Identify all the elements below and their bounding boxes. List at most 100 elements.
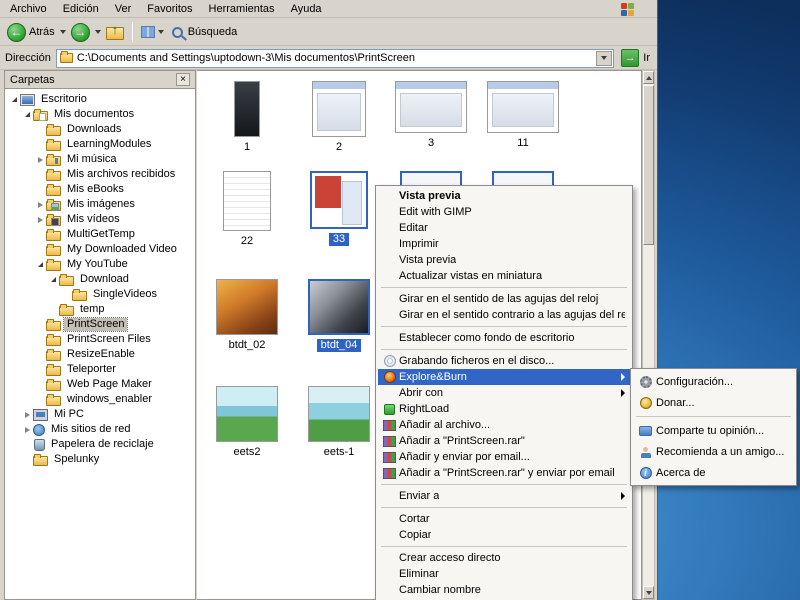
tree-item-temp[interactable]: temp: [5, 302, 195, 317]
context-menu-item-grabando-ficheros-en-el-disco[interactable]: Grabando ficheros en el disco...: [378, 353, 630, 369]
tree-item-singlevideos[interactable]: SingleVideos: [5, 287, 195, 302]
thumbnail-image[interactable]: [216, 279, 278, 335]
thumbnail-image[interactable]: [310, 171, 368, 229]
tree-item-my-youtube[interactable]: My YouTube: [5, 257, 195, 272]
context-menu-item-enviar-a[interactable]: Enviar a: [378, 488, 630, 504]
go-button[interactable]: → Ir: [619, 49, 652, 67]
tree-expander-icon[interactable]: [48, 277, 58, 282]
scroll-thumb[interactable]: [643, 85, 654, 245]
menubar-item-ayuda[interactable]: Ayuda: [283, 1, 330, 17]
context-menu-item-abrir-con[interactable]: Abrir con: [378, 385, 630, 401]
tree-item-escritorio[interactable]: Escritorio: [5, 92, 195, 107]
tree-item-multigettemp[interactable]: MultiGetTemp: [5, 227, 195, 242]
context-menu-item-añadir-a-printscreen-rar[interactable]: Añadir a "PrintScreen.rar": [378, 433, 630, 449]
thumbnail-image[interactable]: [487, 81, 559, 133]
menubar-item-archivo[interactable]: Archivo: [2, 1, 55, 17]
thumbnail-image[interactable]: [234, 81, 260, 137]
tree-item-windows-enabler[interactable]: windows_enabler: [5, 392, 195, 407]
tree-expander-icon[interactable]: [35, 262, 45, 267]
folders-pane-close-button[interactable]: ×: [176, 73, 190, 86]
menubar-item-edición[interactable]: Edición: [55, 1, 107, 17]
forward-dropdown-caret-icon[interactable]: [94, 30, 101, 34]
context-menu-item-vista-previa[interactable]: Vista previa: [378, 252, 630, 268]
context-menu-item-cortar[interactable]: Cortar: [378, 511, 630, 527]
tree-expander-icon[interactable]: [9, 97, 19, 102]
tree-item-download[interactable]: Download: [5, 272, 195, 287]
scroll-down-button[interactable]: [643, 586, 654, 599]
thumbnail-image[interactable]: [223, 171, 271, 231]
tree-item-mi-música[interactable]: Mi música: [5, 152, 195, 167]
context-menu-item-edit-with-gimp[interactable]: Edit with GIMP: [378, 204, 630, 220]
tree-item-my-downloaded-video[interactable]: My Downloaded Video: [5, 242, 195, 257]
file-thumbnail-33[interactable]: 33: [295, 171, 383, 246]
tree-item-mis-imágenes[interactable]: Mis imágenes: [5, 197, 195, 212]
context-menu-item-cambiar-nombre[interactable]: Cambiar nombre: [378, 582, 630, 598]
up-button[interactable]: [103, 22, 127, 42]
context-menu-item-explore-burn[interactable]: Explore&Burn: [378, 369, 630, 385]
file-thumbnail-1[interactable]: 1: [203, 81, 291, 154]
context-menu-item-girar-en-el-sentido-de-las-agujas-del-reloj[interactable]: Girar en el sentido de las agujas del re…: [378, 291, 630, 307]
context-menu-item-añadir-y-enviar-por-email[interactable]: Añadir y enviar por email...: [378, 449, 630, 465]
forward-button[interactable]: →: [68, 21, 93, 44]
context-menu-item-añadir-al-archivo[interactable]: Añadir al archivo...: [378, 417, 630, 433]
tree-expander-icon[interactable]: [35, 201, 45, 208]
menubar-item-ver[interactable]: Ver: [107, 1, 140, 17]
tree-expander-icon[interactable]: [22, 426, 32, 433]
tree-item-mis-ebooks[interactable]: Mis eBooks: [5, 182, 195, 197]
tree-item-teleporter[interactable]: Teleporter: [5, 362, 195, 377]
menubar-item-herramientas[interactable]: Herramientas: [201, 1, 283, 17]
tree-item-spelunky[interactable]: Spelunky: [5, 452, 195, 467]
tree-item-learningmodules[interactable]: LearningModules: [5, 137, 195, 152]
tree-expander-icon[interactable]: [35, 156, 45, 163]
file-thumbnail-btdt-04[interactable]: btdt_04: [295, 279, 383, 352]
back-button[interactable]: ← Atrás: [4, 21, 58, 44]
context-menu-item-vista-previa[interactable]: Vista previa: [378, 188, 630, 204]
context-menu-item-imprimir[interactable]: Imprimir: [378, 236, 630, 252]
menubar-item-favoritos[interactable]: Favoritos: [139, 1, 200, 17]
file-thumbnail-11[interactable]: 11: [479, 81, 567, 150]
thumbnail-image[interactable]: [308, 386, 370, 442]
context-menu-item-crear-acceso-directo[interactable]: Crear acceso directo: [378, 550, 630, 566]
file-thumbnail-btdt-02[interactable]: btdt_02: [203, 279, 291, 352]
context-menu-item-eliminar[interactable]: Eliminar: [378, 566, 630, 582]
address-dropdown-button[interactable]: [596, 50, 613, 66]
submenu-item-comparte-tu-opinión[interactable]: Comparte tu opinión...: [633, 420, 794, 441]
tree-item-downloads[interactable]: Downloads: [5, 122, 195, 137]
submenu-item-acerca-de[interactable]: Acerca de: [633, 462, 794, 483]
context-menu-item-girar-en-el-sentido-contrario-a-las-agujas-del-reloj[interactable]: Girar en el sentido contrario a las aguj…: [378, 307, 630, 323]
tree-expander-icon[interactable]: [22, 112, 32, 117]
context-menu-item-rightload[interactable]: RightLoad: [378, 401, 630, 417]
thumbnail-image[interactable]: [395, 81, 467, 133]
tree-item-web-page-maker[interactable]: Web Page Maker: [5, 377, 195, 392]
tree-expander-icon[interactable]: [35, 216, 45, 223]
submenu-item-donar[interactable]: Donar...: [633, 392, 794, 413]
context-menu-item-actualizar-vistas-en-miniatura[interactable]: Actualizar vistas en miniatura: [378, 268, 630, 284]
vertical-scrollbar[interactable]: [642, 70, 655, 600]
tree-item-papelera-de-reciclaje[interactable]: Papelera de reciclaje: [5, 437, 195, 452]
tree-item-mis-documentos[interactable]: Mis documentos: [5, 107, 195, 122]
submenu-item-configuración[interactable]: Configuración...: [633, 371, 794, 392]
thumbnail-image[interactable]: [312, 81, 366, 137]
context-menu-item-copiar[interactable]: Copiar: [378, 527, 630, 543]
context-menu-item-añadir-a-printscreen-rar-y-enviar-por-email[interactable]: Añadir a "PrintScreen.rar" y enviar por …: [378, 465, 630, 481]
tree-item-printscreen-files[interactable]: PrintScreen Files: [5, 332, 195, 347]
address-input[interactable]: C:\Documents and Settings\uptodown-3\Mis…: [55, 48, 615, 68]
tree-item-resizeenable[interactable]: ResizeEnable: [5, 347, 195, 362]
tree-item-mi-pc[interactable]: Mi PC: [5, 407, 195, 422]
context-menu-item-establecer-como-fondo-de-escritorio[interactable]: Establecer como fondo de escritorio: [378, 330, 630, 346]
views-button[interactable]: [138, 24, 167, 40]
scroll-up-button[interactable]: [643, 71, 654, 84]
search-button[interactable]: Búsqueda: [169, 24, 241, 40]
thumbnail-image[interactable]: [308, 279, 370, 335]
context-menu-item-editar[interactable]: Editar: [378, 220, 630, 236]
file-thumbnail-3[interactable]: 3: [387, 81, 475, 150]
file-thumbnail-eets2[interactable]: eets2: [203, 386, 291, 459]
file-thumbnail-22[interactable]: 22: [203, 171, 291, 248]
back-dropdown-caret-icon[interactable]: [59, 30, 66, 34]
tree-item-printscreen[interactable]: PrintScreen: [5, 317, 195, 332]
thumbnail-image[interactable]: [216, 386, 278, 442]
tree-item-mis-sitios-de-red[interactable]: Mis sitios de red: [5, 422, 195, 437]
submenu-item-recomienda-a-un-amigo[interactable]: Recomienda a un amigo...: [633, 441, 794, 462]
tree-item-mis-vídeos[interactable]: Mis vídeos: [5, 212, 195, 227]
file-thumbnail-2[interactable]: 2: [295, 81, 383, 154]
